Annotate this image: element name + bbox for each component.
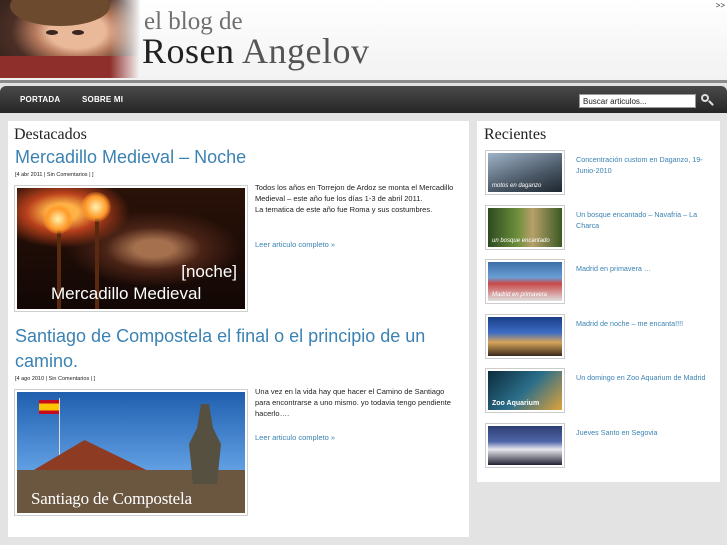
nav-item-portada[interactable]: PORTADA [20,95,60,104]
portrait-eye [72,30,84,35]
blog-name[interactable]: Rosen Angelov [142,30,370,72]
search-button[interactable] [700,93,714,107]
recent-thumbnail[interactable]: un bosque encantado [485,205,565,250]
post-thumbnail-mercadillo[interactable]: [noche] Mercadillo Medieval [14,185,248,312]
recent-item-link[interactable]: Un domingo en Zoo Aquarium de Madrid [576,372,712,383]
search-input[interactable] [579,94,696,108]
flagpole [59,398,60,458]
recent-item-link[interactable]: Jueves Santo en Segovia [576,427,712,438]
recent-thumbnail[interactable] [485,314,565,359]
portrait-fade [110,0,140,78]
corner-link[interactable]: >> [716,1,725,10]
recent-thumbnail[interactable]: motos en daganzo [485,150,565,195]
recent-item-link[interactable]: Madrid en primavera … [576,263,712,274]
search-icon-handle [708,100,714,106]
recent-item-link[interactable]: Un bosque encantado – Navafria – La Char… [576,209,712,231]
image-caption-noche: [noche] [181,262,237,281]
recent-thumbnail-image: motos en daganzo [488,153,562,192]
torch-flame [81,192,111,222]
read-more-link[interactable]: Leer articulo completo » [255,240,335,249]
post-excerpt: Todos los años en Torrejon de Ardoz se m… [255,183,454,214]
header-divider [0,80,727,83]
featured-title: Destacados [14,126,87,143]
portrait-hair [10,0,110,26]
post-meta: [4 abr 2011 | Sin Comentarios | ] [15,172,94,178]
nav-item-sobre-mi[interactable]: SOBRE MI [82,95,123,104]
santiago-image: Santiago de Compostela [17,392,245,513]
torch-flame [43,204,73,234]
post-thumbnail-santiago[interactable]: Santiago de Compostela [14,389,248,516]
image-caption-santiago: Santiago de Compostela [31,489,192,508]
recent-item-link[interactable]: Concentración custom en Daganzo, 19-Juni… [576,154,712,176]
site-header: el blog de Rosen Angelov >> [0,0,727,80]
post-title-santiago[interactable]: Santiago de Compostela el final o el pri… [15,324,455,374]
recent-thumbnail-image [488,426,562,465]
recent-thumbnail[interactable]: Madrid en primavera [485,259,565,304]
thumbnail-label: motos en daganzo [492,183,542,189]
recent-title: Recientes [484,126,547,143]
portrait-eye [46,30,58,35]
image-caption-mercadillo: Mercadillo Medieval [51,284,202,303]
recent-thumbnail-image: Madrid en primavera [488,262,562,301]
recent-thumbnail-image: un bosque encantado [488,208,562,247]
blog-last-name: Angelov [242,31,370,71]
page: el blog de Rosen Angelov >> PORTADA SOBR… [0,0,727,545]
thumbnail-label: Madrid en primavera [492,292,548,298]
thumbnail-label: un bosque encantado [492,238,550,244]
read-more-link[interactable]: Leer articulo completo » [255,433,335,442]
recent-thumbnail-image [488,317,562,356]
recent-thumbnail-image: Zoo Aquarium [488,371,562,410]
mercadillo-image: [noche] Mercadillo Medieval [17,188,245,309]
blog-first-name: Rosen [142,31,235,71]
spain-flag [39,400,59,414]
post-meta: [4 ago 2010 | Sin Comentarios | ] [15,376,96,382]
recent-item-link[interactable]: Madrid de noche – me encanta!!!! [576,318,712,329]
post-excerpt: Una vez en la vida hay que hacer el Cami… [255,387,451,418]
recent-thumbnail[interactable] [485,423,565,468]
author-portrait[interactable] [0,0,140,78]
thumbnail-label: Zoo Aquarium [492,400,540,407]
post-title-mercadillo[interactable]: Mercadillo Medieval – Noche [15,145,455,170]
recent-thumbnail[interactable]: Zoo Aquarium [485,368,565,413]
